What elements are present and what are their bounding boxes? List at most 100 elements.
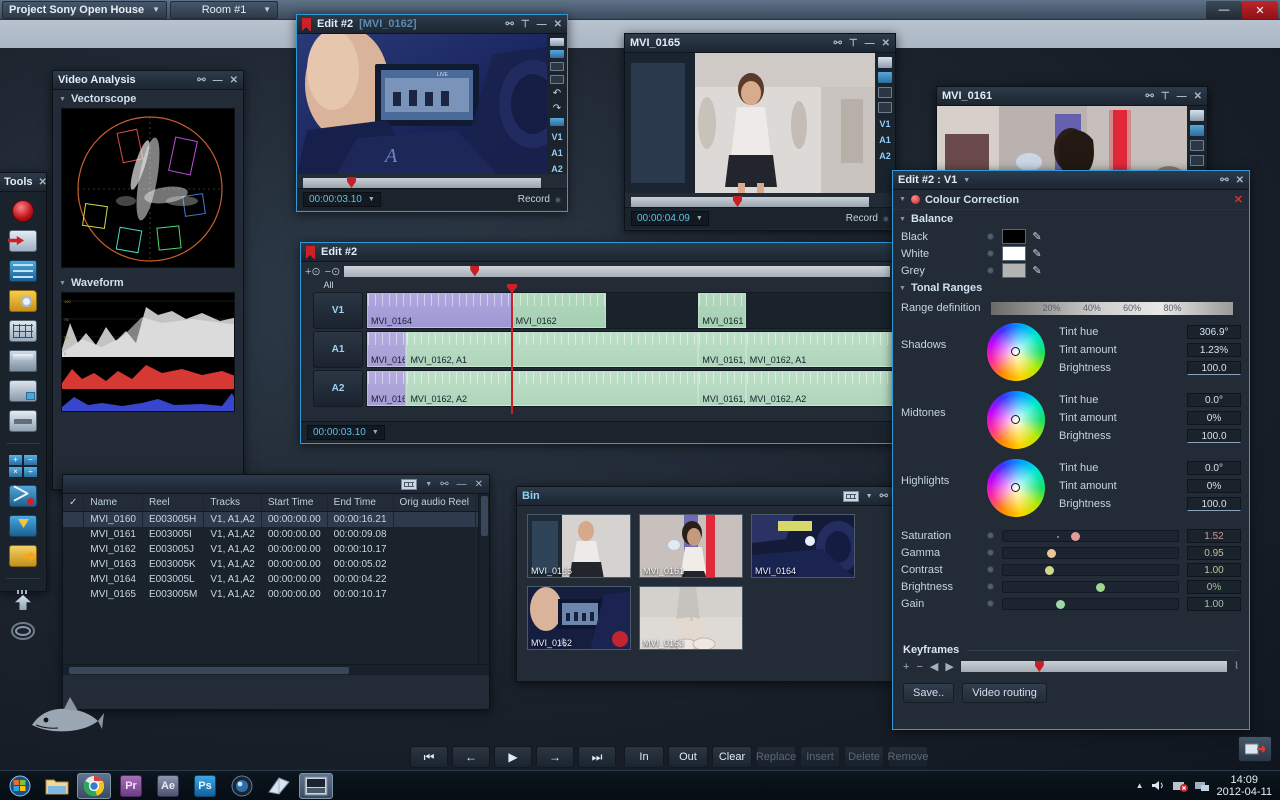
deck-tool-icon[interactable] xyxy=(9,410,37,432)
video-routing-button[interactable]: Video routing xyxy=(962,683,1047,703)
folder-icon[interactable] xyxy=(1190,110,1204,121)
wheel-field-value[interactable]: 1.23% xyxy=(1187,343,1241,357)
timeline-track-header-a1[interactable]: A1 xyxy=(313,331,363,368)
timeline-clip[interactable]: MVI_0162, A2 xyxy=(746,371,893,406)
aftereffects-button[interactable]: Ae xyxy=(151,773,185,799)
close-icon[interactable]: ✕ xyxy=(1194,91,1202,102)
pin-icon[interactable]: ⊤ xyxy=(1161,91,1170,102)
link-icon[interactable]: ⚯ xyxy=(834,38,842,49)
slider-track[interactable] xyxy=(1002,581,1179,593)
slider-handle[interactable] xyxy=(1045,566,1054,575)
minimize-icon[interactable]: — xyxy=(1177,91,1187,102)
editor-button[interactable] xyxy=(299,773,333,799)
close-button[interactable]: ✕ xyxy=(1242,1,1278,19)
chevron-down-icon[interactable]: ▼ xyxy=(963,177,970,184)
colour-swatch[interactable] xyxy=(1002,229,1026,244)
timeline-clip[interactable]: MVI_0162 xyxy=(512,293,607,328)
archive-tool-icon[interactable] xyxy=(9,350,37,372)
viewer-mvi0165-timecode[interactable]: 00:00:04.09 ▼ xyxy=(631,211,709,226)
timeline-clip[interactable]: MVI_0161, A xyxy=(698,371,745,406)
playhead-icon[interactable] xyxy=(470,266,479,277)
lines-icon[interactable] xyxy=(550,50,564,58)
edit-tool-icon[interactable] xyxy=(9,260,37,282)
viewer-edit2-timecode[interactable]: 00:00:03.10 ▼ xyxy=(303,192,381,207)
photoshop-button[interactable]: Ps xyxy=(188,773,222,799)
reset-knob-icon[interactable] xyxy=(987,250,994,257)
bin-thumbnail[interactable]: MVI_0163 xyxy=(639,586,743,650)
timeline-clip[interactable]: MVI_0161 xyxy=(698,293,745,328)
fullscreen-icon[interactable] xyxy=(1190,140,1204,151)
reset-knob-icon[interactable] xyxy=(987,233,994,240)
chevron-down-icon[interactable]: ▼ xyxy=(425,481,432,488)
reset-knob-icon[interactable] xyxy=(987,532,994,539)
close-icon[interactable]: ✕ xyxy=(39,177,47,188)
timeline-clip[interactable]: MVI_0161, A xyxy=(698,332,745,367)
keyframe-graph-icon[interactable]: ⌇ xyxy=(1234,661,1239,672)
column-header[interactable]: Orig audio Reel xyxy=(393,494,475,512)
export-tool-icon[interactable] xyxy=(9,545,37,567)
lines-icon[interactable] xyxy=(1190,125,1204,136)
play-button[interactable]: ▶ xyxy=(494,746,532,768)
explorer-button[interactable] xyxy=(40,773,74,799)
media-list-hscrollbar[interactable] xyxy=(63,664,489,675)
close-icon[interactable]: ✕ xyxy=(1236,175,1244,186)
colour-swatch[interactable] xyxy=(1002,246,1026,261)
view-mode-icon[interactable] xyxy=(843,491,859,502)
playhead-icon[interactable] xyxy=(1035,661,1044,672)
timeline-clip[interactable]: MVI_0162, A1 xyxy=(406,332,698,367)
keyframe-add-button[interactable]: + xyxy=(903,661,909,673)
table-row[interactable]: MVI_0161E003005IV1, A1,A200:00:00.0000:0… xyxy=(63,527,489,542)
viewer-edit2-screen[interactable]: LIVE A ↶ ↷ V1 A1 A2 xyxy=(297,34,567,174)
slider-track[interactable] xyxy=(1002,598,1179,610)
minimize-icon[interactable]: — xyxy=(537,19,547,30)
slider-value[interactable]: 0% xyxy=(1187,580,1241,594)
import-tool-icon[interactable] xyxy=(9,230,37,252)
mark-out-button[interactable]: Out xyxy=(668,746,708,768)
colour-wheel[interactable] xyxy=(987,323,1045,381)
wheel-field-value[interactable]: 306.9° xyxy=(1187,325,1241,339)
go-to-start-button[interactable]: ⏮ xyxy=(410,746,448,768)
notes-button[interactable] xyxy=(262,773,296,799)
slider-value[interactable]: 1.52 xyxy=(1187,529,1241,543)
keyframe-remove-button[interactable]: − xyxy=(916,661,922,673)
keyframe-prev-button[interactable]: ◀ xyxy=(930,660,938,673)
colour-swatch[interactable] xyxy=(1002,263,1026,278)
slider-track[interactable] xyxy=(1002,530,1179,542)
wheel-field-value[interactable]: 100.0 xyxy=(1187,361,1241,375)
scroll-thumb[interactable] xyxy=(69,667,349,674)
wheel-field-value[interactable]: 0% xyxy=(1187,411,1241,425)
viewer-mvi0165-scrubber[interactable] xyxy=(631,197,869,207)
mark-in-button[interactable]: In xyxy=(624,746,664,768)
wheel-field-value[interactable]: 0.0° xyxy=(1187,393,1241,407)
cc-balance-header[interactable]: ▼ Balance xyxy=(893,210,1249,228)
wheel-handle[interactable] xyxy=(1011,347,1020,356)
close-icon[interactable]: ✕ xyxy=(230,75,238,86)
reset-knob-icon[interactable] xyxy=(987,600,994,607)
slider-handle[interactable] xyxy=(1096,583,1105,592)
viewer-mvi0165-track-a1[interactable]: A1 xyxy=(879,135,891,145)
colour-wheel[interactable] xyxy=(987,459,1045,517)
close-icon[interactable]: ✕ xyxy=(882,38,890,49)
timeline-clip[interactable]: MVI_0164, xyxy=(367,371,406,406)
timeline-track-body[interactable]: MVI_0164, MVI_0162, A2MVI_0161, AMVI_016… xyxy=(366,370,894,407)
playhead-icon[interactable] xyxy=(347,177,356,188)
link-icon[interactable]: ⚯ xyxy=(440,479,448,490)
view-mode-icon[interactable] xyxy=(401,479,417,490)
calculator-tool-icon[interactable]: + − × ÷ xyxy=(9,455,37,477)
minimize-button[interactable]: — xyxy=(1206,1,1242,19)
minimize-icon[interactable]: — xyxy=(457,479,467,490)
bin-thumbnail[interactable]: MVI_0165 xyxy=(527,514,631,578)
upload-tool-icon[interactable] xyxy=(9,590,37,612)
wheel-field-value[interactable]: 0.0° xyxy=(1187,461,1241,475)
range-definition-slider[interactable]: 20%40%60%80% xyxy=(991,302,1233,315)
reset-knob-icon[interactable] xyxy=(987,267,994,274)
pin-icon[interactable]: ⊤ xyxy=(521,19,530,30)
timeline-timecode[interactable]: 00:00:03.10 ▼ xyxy=(307,425,385,440)
network-icon[interactable] xyxy=(1195,779,1210,792)
column-header[interactable]: End Time xyxy=(327,494,393,512)
reset-knob-icon[interactable] xyxy=(987,549,994,556)
media-button[interactable] xyxy=(225,773,259,799)
bin-thumbnail[interactable]: AMVI_0162 xyxy=(527,586,631,650)
start-button[interactable] xyxy=(3,773,37,799)
timeline-track-header-v1[interactable]: V1 xyxy=(313,292,363,329)
